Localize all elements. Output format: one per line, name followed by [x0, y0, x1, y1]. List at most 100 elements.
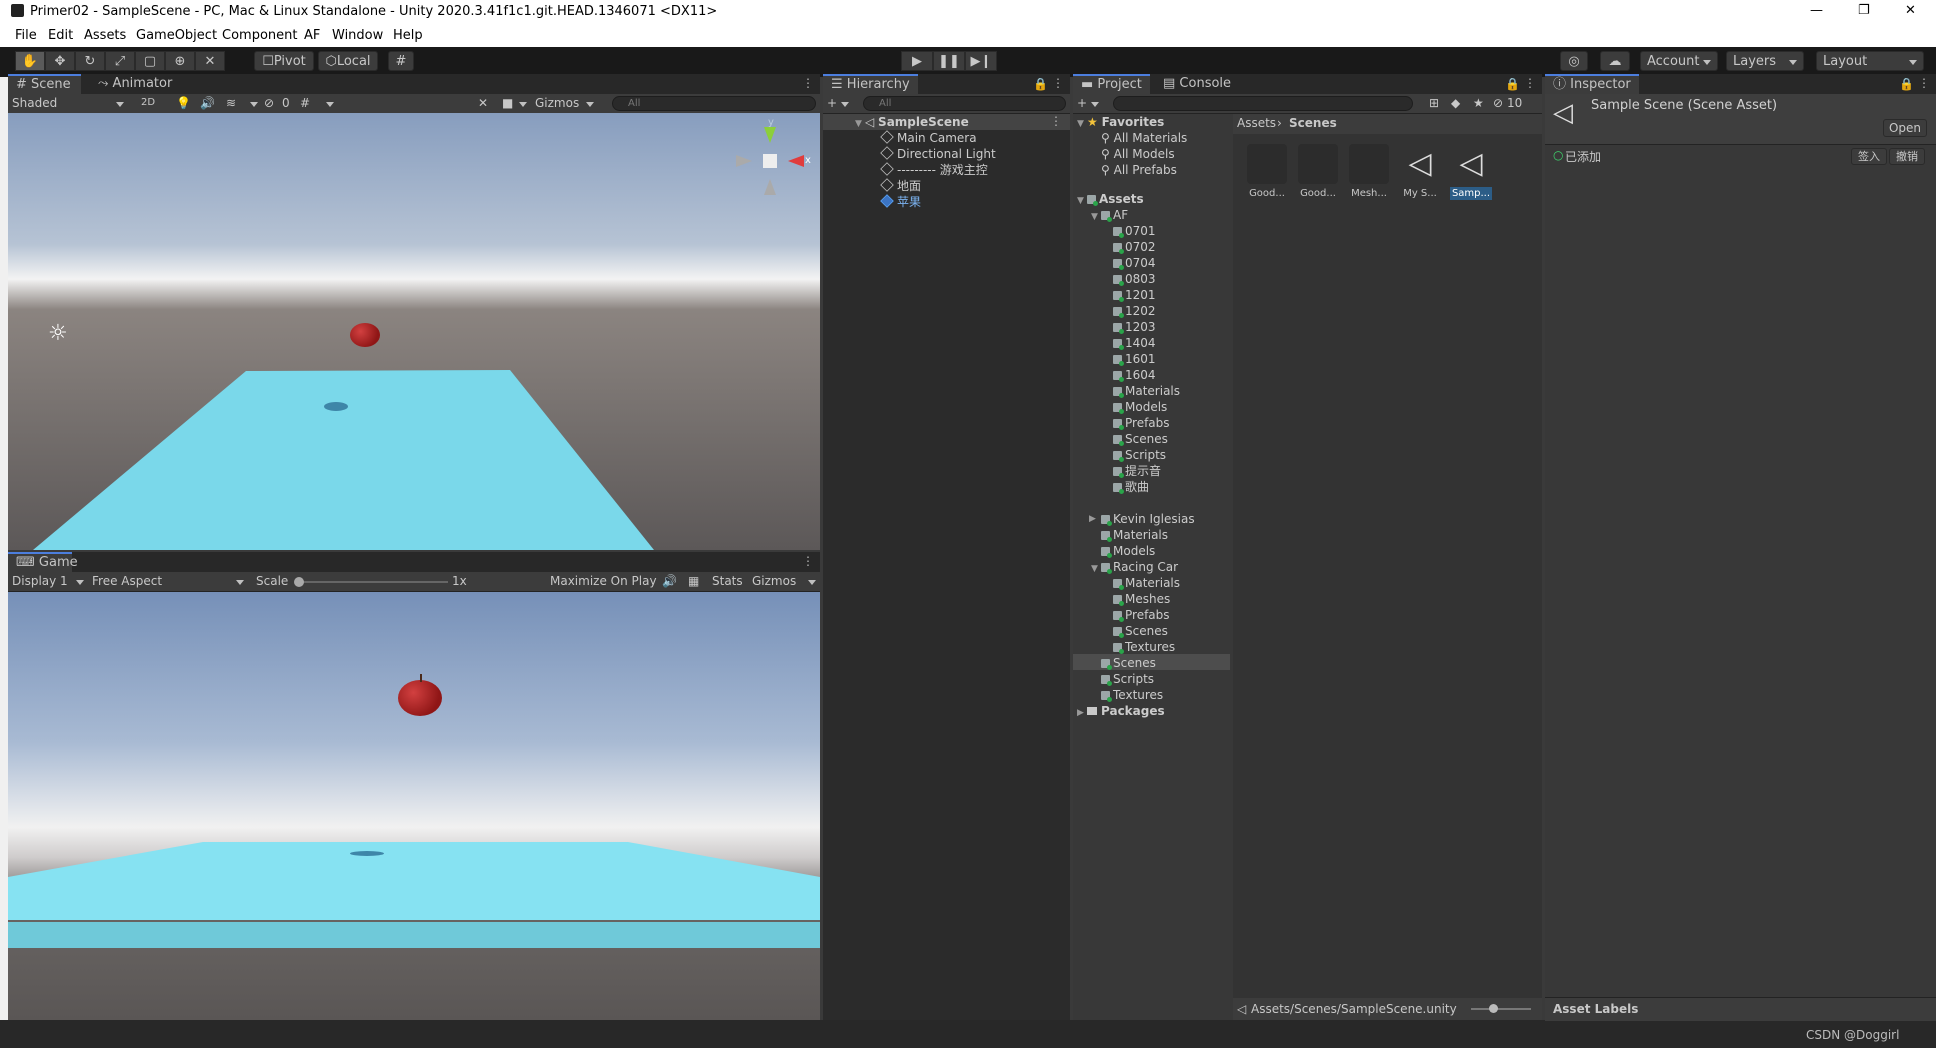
packages-root[interactable]: ▶ Packages: [1077, 703, 1165, 719]
favorite-item[interactable]: ⚲ All Materials: [1101, 130, 1187, 146]
asset-tile[interactable]: Good...: [1245, 144, 1289, 199]
asset-tile[interactable]: ◁ My S...: [1398, 144, 1442, 199]
lock-icon[interactable]: 🔒: [1033, 77, 1048, 91]
folder-item[interactable]: 1601: [1113, 351, 1156, 367]
hierarchy-item-main-camera[interactable]: Main Camera: [880, 130, 977, 146]
menu-window[interactable]: Window: [332, 28, 383, 43]
folder-item[interactable]: Scripts: [1101, 671, 1154, 687]
asset-tile-selected[interactable]: ◁ Samp...: [1449, 144, 1493, 200]
folder-af[interactable]: ▼ AF: [1091, 207, 1128, 223]
scene-view[interactable]: ☼ y x: [8, 113, 820, 550]
grid-toggle-icon[interactable]: #: [300, 96, 310, 110]
folder-item[interactable]: Materials: [1113, 383, 1180, 399]
create-plus-icon[interactable]: +: [1077, 96, 1087, 110]
tab-inspector[interactable]: ⓘ Inspector: [1545, 74, 1639, 94]
directional-light-icon[interactable]: ☼: [48, 321, 68, 346]
folder-item[interactable]: Materials: [1101, 527, 1168, 543]
asset-labels-bar[interactable]: Asset Labels: [1545, 997, 1936, 1021]
menu-edit[interactable]: Edit: [48, 28, 73, 43]
game-view[interactable]: [8, 592, 820, 1020]
game-gizmos-toggle[interactable]: Gizmos: [752, 574, 796, 588]
hierarchy-item-apple[interactable]: 苹果: [880, 194, 921, 210]
menu-help[interactable]: Help: [393, 28, 423, 43]
transform-tool-icon[interactable]: ⊕: [165, 51, 195, 71]
folder-item[interactable]: Prefabs: [1113, 607, 1170, 623]
display-dropdown[interactable]: Display 1: [12, 574, 68, 588]
more-options-icon[interactable]: ⋮: [802, 76, 814, 90]
more-options-icon[interactable]: ⋮: [1918, 76, 1930, 90]
folder-item[interactable]: 0803: [1113, 271, 1156, 287]
move-tool-icon[interactable]: ✥: [45, 51, 75, 71]
local-toggle[interactable]: ⬡Local: [318, 51, 378, 71]
hierarchy-item-game-controller[interactable]: --------- 游戏主控: [880, 162, 988, 178]
more-options-icon[interactable]: ⋮: [1052, 76, 1064, 90]
grid-snap-icon[interactable]: #: [388, 51, 414, 71]
camera-icon[interactable]: ■: [502, 96, 513, 110]
maximize-on-play-toggle[interactable]: Maximize On Play: [550, 574, 657, 588]
open-button[interactable]: Open: [1883, 119, 1927, 137]
folder-item[interactable]: Textures: [1101, 687, 1163, 703]
pivot-toggle[interactable]: ☐Pivot: [254, 51, 314, 71]
tab-project[interactable]: ▬ Project: [1073, 74, 1150, 94]
checkin-button[interactable]: 签入: [1851, 148, 1887, 165]
vsync-icon[interactable]: ▦: [688, 574, 699, 588]
create-plus-icon[interactable]: +: [827, 96, 837, 110]
collapse-triangle-icon[interactable]: ▶: [1089, 511, 1099, 527]
mode-2d-toggle[interactable]: 2D: [141, 97, 155, 108]
folder-item[interactable]: Meshes: [1113, 591, 1170, 607]
folder-item[interactable]: 1201: [1113, 287, 1156, 303]
menu-gameobject[interactable]: GameObject: [136, 28, 217, 43]
apple-object[interactable]: [350, 323, 380, 347]
breadcrumb-assets[interactable]: Assets: [1237, 116, 1276, 130]
aspect-dropdown[interactable]: Free Aspect: [92, 574, 162, 588]
asset-tile[interactable]: Mesh...: [1347, 144, 1391, 199]
tab-scene[interactable]: # Scene: [8, 74, 81, 94]
hand-tool-icon[interactable]: ✋: [15, 51, 45, 71]
folder-item[interactable]: Scenes: [1113, 431, 1168, 447]
folder-item[interactable]: Scenes: [1101, 655, 1156, 671]
scene-root-item[interactable]: ▼ ◁ SampleScene: [855, 114, 969, 130]
hierarchy-search-input[interactable]: All: [863, 96, 1066, 111]
lock-icon[interactable]: 🔒: [1899, 77, 1914, 91]
hidden-objects-icon[interactable]: ⊘: [264, 96, 274, 110]
step-icon[interactable]: ▶❙: [965, 51, 997, 71]
scene-gizmo[interactable]: [730, 121, 810, 201]
mute-audio-icon[interactable]: 🔊: [662, 574, 677, 588]
rotate-tool-icon[interactable]: ↻: [75, 51, 105, 71]
collab-icon[interactable]: ◎: [1560, 51, 1588, 71]
icon-size-slider[interactable]: [1471, 1008, 1531, 1010]
tab-console[interactable]: ▤ Console: [1155, 74, 1239, 94]
custom-tool-icon[interactable]: ✕: [195, 51, 225, 71]
search-by-type-icon[interactable]: ⊞: [1429, 96, 1439, 110]
folder-item[interactable]: Kevin Iglesias ▶: [1089, 511, 1195, 527]
minimize-icon[interactable]: —: [1810, 3, 1823, 18]
scale-tool-icon[interactable]: ⤢: [105, 51, 135, 71]
folder-item[interactable]: Materials: [1113, 575, 1180, 591]
scene-options-icon[interactable]: ⋮: [1050, 114, 1062, 128]
pause-icon[interactable]: ❚❚: [933, 51, 965, 71]
hierarchy-item-directional-light[interactable]: Directional Light: [880, 146, 996, 162]
scene-search-input[interactable]: All: [612, 96, 816, 111]
revert-button[interactable]: 撤销: [1889, 148, 1925, 165]
folder-item[interactable]: Prefabs: [1113, 415, 1170, 431]
folder-item[interactable]: Scenes: [1113, 623, 1168, 639]
project-search-input[interactable]: [1113, 96, 1413, 111]
more-options-icon[interactable]: ⋮: [1524, 76, 1536, 90]
search-by-label-icon[interactable]: ◆: [1451, 96, 1460, 110]
folder-item[interactable]: Scripts: [1113, 447, 1166, 463]
favorites-header[interactable]: ▼ ★ Favorites: [1077, 114, 1164, 130]
folder-item[interactable]: 歌曲: [1113, 479, 1149, 495]
folder-item[interactable]: Models: [1101, 543, 1155, 559]
menu-af[interactable]: AF: [304, 28, 320, 43]
folder-item[interactable]: 1202: [1113, 303, 1156, 319]
tools-icon[interactable]: ✕: [478, 96, 488, 110]
tab-animator[interactable]: ⤳ Animator: [90, 74, 180, 94]
folder-item[interactable]: Models: [1113, 399, 1167, 415]
folder-item[interactable]: 0704: [1113, 255, 1156, 271]
folder-item[interactable]: Textures: [1113, 639, 1175, 655]
folder-item[interactable]: 1604: [1113, 367, 1156, 383]
rect-tool-icon[interactable]: ▢: [135, 51, 165, 71]
lighting-toggle-icon[interactable]: 💡: [176, 96, 191, 110]
more-options-icon[interactable]: ⋮: [802, 554, 814, 568]
layers-dropdown[interactable]: Layers: [1726, 51, 1804, 71]
